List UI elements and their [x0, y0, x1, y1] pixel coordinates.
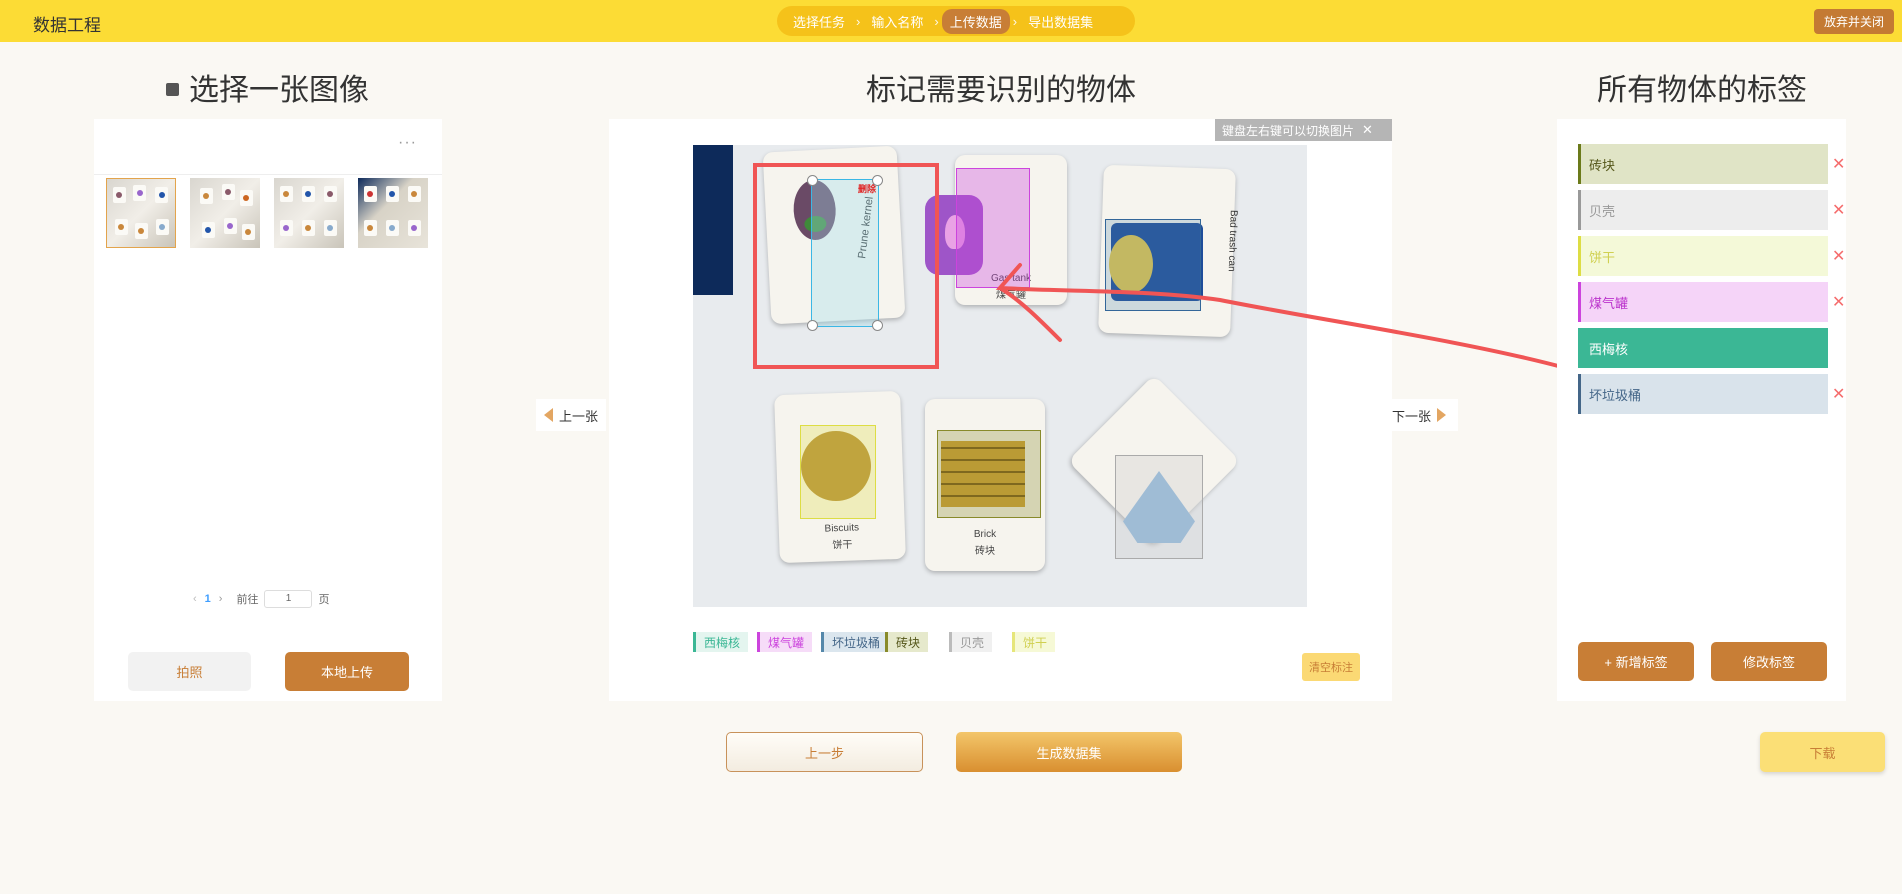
chip-brick[interactable]: 砖块: [885, 632, 929, 652]
chip-shell[interactable]: 贝壳: [949, 632, 993, 652]
add-label-button[interactable]: + 新增标签: [1578, 642, 1694, 681]
generate-dataset-button[interactable]: 生成数据集: [956, 732, 1182, 772]
delete-label-icon[interactable]: ✕: [1832, 154, 1845, 174]
edit-label-button[interactable]: 修改标签: [1711, 642, 1827, 681]
label-brick[interactable]: 砖块: [1578, 144, 1828, 184]
delete-label-icon[interactable]: ✕: [1832, 384, 1845, 404]
label-shell[interactable]: 贝壳: [1578, 190, 1828, 230]
chip-gas[interactable]: 煤气罐: [757, 632, 813, 652]
label-prune-selected[interactable]: 西梅核: [1578, 328, 1828, 368]
label-gas[interactable]: 煤气罐: [1578, 282, 1828, 322]
chip-prune[interactable]: 西梅核: [693, 632, 749, 652]
label-trash[interactable]: 坏垃圾桶: [1578, 374, 1828, 414]
delete-label-icon[interactable]: ✕: [1832, 292, 1845, 312]
prev-step-button[interactable]: 上一步: [726, 732, 923, 772]
clear-annotations-button[interactable]: 清空标注: [1302, 653, 1360, 681]
download-button[interactable]: 下载: [1760, 732, 1885, 772]
chip-trash[interactable]: 坏垃圾桶: [821, 632, 889, 652]
chip-biscuit[interactable]: 饼干: [1012, 632, 1056, 652]
markup-arrow: [995, 263, 1564, 369]
markup-rect-prune: [753, 163, 939, 369]
delete-label-icon[interactable]: ✕: [1832, 246, 1845, 266]
delete-label-icon[interactable]: ✕: [1832, 200, 1845, 220]
label-biscuit[interactable]: 饼干: [1578, 236, 1828, 276]
